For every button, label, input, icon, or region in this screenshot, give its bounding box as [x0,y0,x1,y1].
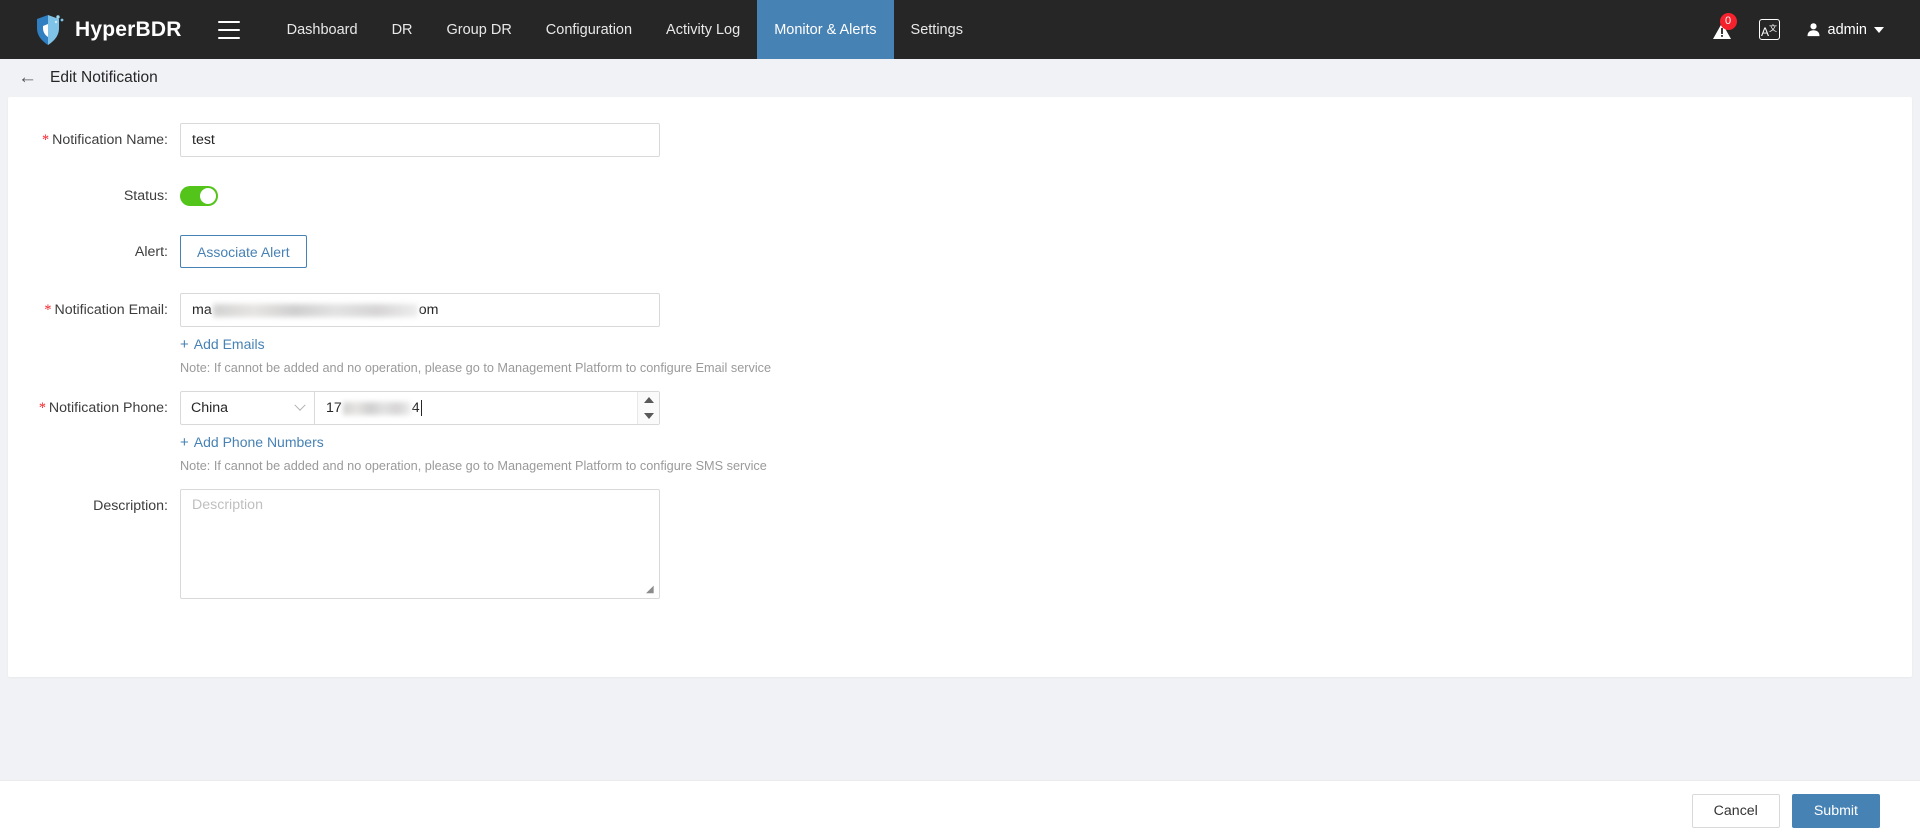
field-notification-email: ma om + Add Emails Note: If cannot be adde… [180,293,771,375]
add-emails-link[interactable]: + Add Emails [180,336,771,352]
page-title: Edit Notification [50,69,158,86]
phone-value-prefix: 17 [326,399,342,416]
country-select-value: China [191,400,229,416]
footer-action-bar: Cancel Submit [0,780,1920,840]
nav-item-dashboard[interactable]: Dashboard [270,0,375,59]
notification-email-input[interactable]: ma om [180,293,660,327]
nav-item-settings[interactable]: Settings [894,0,980,59]
label-notification-name: * Notification Name: [41,132,168,148]
alarm-bell-icon[interactable]: 0 [1711,12,1737,41]
label-status: Status: [123,188,168,204]
alarm-badge: 0 [1719,12,1737,30]
row-status: Status: [8,179,1912,213]
field-notification-phone: China 17 4 + Add Phone Numbers Note: If ca… [180,391,767,473]
row-alert: Alert: Associate Alert [8,235,1912,269]
row-notification-name: * Notification Name: test [8,123,1912,157]
label-alert: Alert: [134,244,168,260]
email-value-prefix: ma [192,302,212,318]
note-email-service: Note: If cannot be added and no operatio… [180,361,772,375]
required-marker: * [44,302,52,318]
field-description: Description ◢ [180,489,660,599]
hamburger-icon[interactable] [217,20,240,39]
chevron-down-icon [294,399,306,411]
toggle-knob [200,188,216,204]
phone-input-group: China 17 4 [180,391,767,425]
note-sms-service: Note: If cannot be added and no operatio… [180,459,767,473]
nav-item-dr[interactable]: DR [375,0,430,59]
row-notification-phone: * Notification Phone: China 17 4 + Add Phon… [8,391,1912,473]
email-value-suffix: om [418,302,439,318]
chevron-down-icon [1874,26,1884,33]
nav-item-monitor-alerts[interactable]: Monitor & Alerts [757,0,894,59]
field-status [180,179,218,206]
email-value-masked [212,303,418,317]
notification-name-input[interactable]: test [180,123,660,157]
nav-item-activity-log[interactable]: Activity Log [649,0,757,59]
language-switch-icon[interactable]: A文 [1758,19,1780,40]
phone-value-masked [342,401,411,415]
user-name: admin [1827,21,1868,38]
brand[interactable]: HyperBDR [34,14,182,46]
navbar-right-actions: 0 A文 admin [1711,12,1899,41]
back-arrow-icon[interactable]: ← [18,68,37,87]
country-select[interactable]: China [180,391,314,425]
required-marker: * [38,400,46,416]
plus-icon: + [180,335,189,353]
nav-items: Dashboard DR Group DR Configuration Acti… [270,0,980,59]
text-cursor [420,400,422,417]
label-description: Description: [93,498,168,514]
brand-name: HyperBDR [75,17,182,41]
stepper-up-icon[interactable] [643,397,654,403]
label-notification-email: * Notification Email: [44,302,168,318]
number-stepper[interactable] [637,392,659,424]
description-textarea[interactable]: Description [180,489,660,599]
top-navbar: HyperBDR Dashboard DR Group DR Configura… [0,0,1920,59]
required-marker: * [41,132,50,148]
status-toggle[interactable] [180,186,218,206]
phone-value: 17 4 [326,399,422,417]
add-phone-numbers-link[interactable]: + Add Phone Numbers [180,434,767,450]
field-notification-name: test [180,123,660,157]
nav-item-configuration[interactable]: Configuration [529,0,649,59]
label-notification-phone: * Notification Phone: [38,400,168,416]
phone-value-suffix: 4 [411,399,420,416]
field-alert: Associate Alert [180,235,307,268]
cancel-button[interactable]: Cancel [1691,793,1780,828]
row-description: Description: Description ◢ [8,489,1912,599]
stepper-down-icon[interactable] [643,413,654,419]
row-notification-email: * Notification Email: ma om + Add Emails No… [8,293,1912,375]
submit-button[interactable]: Submit [1791,793,1880,828]
user-menu[interactable]: admin [1806,21,1884,38]
phone-number-input[interactable]: 17 4 [314,391,660,425]
resize-grip-icon[interactable]: ◢ [646,585,656,595]
hyperbdr-logo-icon [37,14,64,45]
plus-icon: + [180,433,189,451]
user-avatar-icon [1807,23,1819,37]
page-header: ← Edit Notification [0,59,1920,97]
edit-notification-card: * Notification Name: test Status: Alert: … [8,97,1912,677]
nav-item-group-dr[interactable]: Group DR [430,0,529,59]
associate-alert-button[interactable]: Associate Alert [180,235,307,268]
